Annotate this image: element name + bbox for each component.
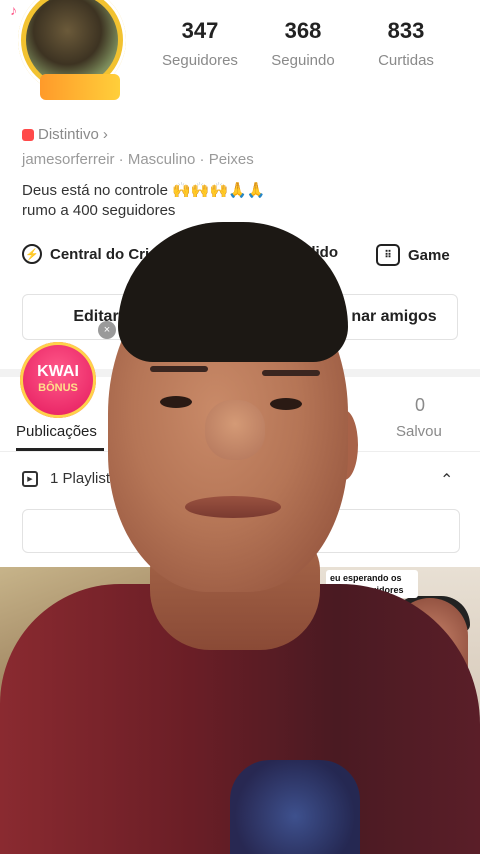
kwai-bonus-button[interactable]: KWAI BÔNUS <box>20 342 96 418</box>
overlay-person-eye <box>270 398 302 410</box>
followers-label: Seguidores <box>162 52 238 69</box>
saved-count: 0 <box>414 395 425 415</box>
bio-line: Deus está no controle 🙌🙌🙌🙏🙏 <box>22 182 266 199</box>
playlist-icon: ▶ <box>22 470 38 487</box>
likes-stat[interactable]: 833 Curtidas <box>356 18 456 69</box>
playlist-header[interactable]: ▶ 1 Playlista <box>22 470 118 487</box>
chevron-right-icon: › <box>102 126 108 143</box>
likes-label: Curtidas <box>378 52 434 69</box>
overlay-person-brow <box>150 366 208 372</box>
overlay-person-mouth <box>185 496 281 518</box>
game-label: Game <box>408 246 450 264</box>
close-icon[interactable]: × <box>98 321 116 339</box>
badge-label: Distintivo <box>38 126 99 143</box>
add-friends-label: nar amigos <box>351 308 437 325</box>
badge-link[interactable]: Distintivo › <box>22 126 108 143</box>
overlay-person-nose <box>205 400 265 460</box>
overlay-person-hair <box>118 222 348 362</box>
kwai-bonus-subtitle: BÔNUS <box>38 382 78 394</box>
lightning-circle-icon: ⚡ <box>22 244 42 264</box>
music-note-icon: ♪ <box>10 2 17 18</box>
kwai-bonus-title: KWAI <box>37 363 79 380</box>
chevron-up-icon[interactable]: ⌃ <box>440 470 453 490</box>
following-stat[interactable]: 368 Seguindo <box>253 18 353 69</box>
gamepad-icon: ⠿ <box>376 244 400 266</box>
tab-saved[interactable]: Salvou <box>396 423 442 440</box>
following-label: Seguindo <box>271 52 335 69</box>
badge-icon <box>22 128 34 141</box>
overlay-person-brow <box>262 370 320 376</box>
followers-count: 347 <box>181 18 219 43</box>
following-count: 368 <box>284 18 322 43</box>
tab-publications[interactable]: Publicações <box>16 423 97 440</box>
likes-count: 833 <box>387 18 425 43</box>
overlay-shirt-print <box>230 760 360 854</box>
followers-stat[interactable]: 347 Seguidores <box>150 18 250 69</box>
avatar-decoration-badge <box>40 74 120 100</box>
creator-center-link[interactable]: ⚡ Central do Cria <box>22 244 158 264</box>
bio: Deus está no controle 🙌🙌🙌🙏🙏 rumo a 400 s… <box>22 181 265 221</box>
profile-meta: jamesorferreir · Masculino · Peixes <box>22 151 254 168</box>
game-link[interactable]: ⠿ Game <box>376 244 450 266</box>
overlay-person-eye <box>160 396 192 408</box>
bio-line: rumo a 400 seguidores <box>22 202 176 219</box>
